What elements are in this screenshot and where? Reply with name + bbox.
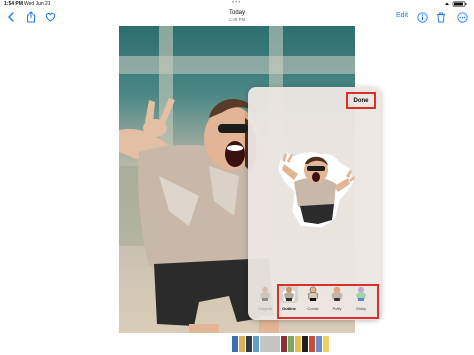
filmstrip-thumbnail[interactable] [295,336,301,352]
style-comic-label: Comic [307,306,319,311]
filmstrip-thumbnail[interactable] [288,336,294,352]
edit-button[interactable]: Edit [396,12,408,19]
style-outline-thumbnail [280,285,298,303]
sticker-style-picker: Original Outline Comic Puffy Shiny [254,283,380,319]
info-icon[interactable] [415,10,429,24]
nav-title: Today [228,10,245,16]
photo-filmstrip [0,333,474,355]
style-shiny-option[interactable]: Shiny [350,283,372,315]
share-icon[interactable] [24,10,38,24]
multitasking-dots-icon[interactable]: ••• [232,0,241,6]
status-bar: 1:54 PM Wed Jun 21 ••• [0,0,474,9]
photos-app-screen: 1:54 PM Wed Jun 21 ••• Today 1:48 PM Edi… [0,0,474,355]
filmstrip-thumbnail[interactable] [323,336,329,352]
sticker-effect-panel: Done Original Outline Comic Puffy Shiny [248,87,381,320]
style-original-label: Original [258,306,272,311]
status-indicators [443,1,469,9]
filmstrip-thumbnail[interactable] [316,336,322,352]
done-button[interactable]: Done [346,92,376,109]
style-comic-option[interactable]: Comic [302,283,324,315]
filmstrip-thumbnail[interactable] [260,336,280,352]
style-puffy-option[interactable]: Puffy [326,283,348,315]
nav-subtitle: 1:48 PM [228,17,246,22]
filmstrip-thumbnails [232,336,329,352]
style-shiny-thumbnail [352,285,370,303]
filmstrip-thumbnail[interactable] [246,336,252,352]
back-chevron-icon[interactable] [4,10,18,24]
style-shiny-label: Shiny [355,306,366,311]
battery-wifi-icon [445,1,467,7]
filmstrip-thumbnail[interactable] [253,336,259,352]
style-outline-option[interactable]: Outline [278,283,300,315]
filmstrip-thumbnail[interactable] [281,336,287,352]
style-puffy-label: Puffy [332,306,342,311]
filmstrip-thumbnail[interactable] [232,336,238,352]
filmstrip-thumbnail[interactable] [239,336,245,352]
style-original-thumbnail [256,285,274,303]
style-original-option[interactable]: Original [254,283,276,315]
more-icon[interactable] [455,10,469,24]
filmstrip-thumbnail[interactable] [302,336,308,352]
trash-icon[interactable] [434,10,448,24]
navigation-bar: Today 1:48 PM Edit [0,9,474,27]
sticker-preview-image [277,151,355,229]
heart-icon[interactable] [43,10,57,24]
style-outline-label: Outline [282,306,296,311]
filmstrip-thumbnail[interactable] [309,336,315,352]
style-puffy-thumbnail [328,285,346,303]
status-time: 1:54 PM [4,1,23,7]
style-comic-thumbnail [304,285,322,303]
status-date: Wed Jun 21 [24,1,51,7]
